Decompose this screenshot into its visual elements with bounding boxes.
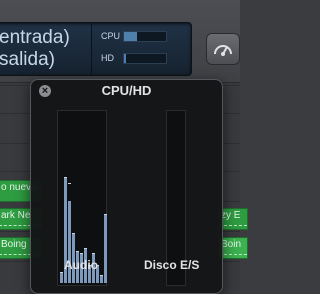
hd-meter-label: HD bbox=[101, 53, 114, 63]
lcd-output-label: salida) bbox=[0, 49, 55, 70]
cpu-meter-fill bbox=[124, 32, 137, 41]
region-label: zy E bbox=[221, 210, 241, 221]
audio-core-peak bbox=[68, 183, 71, 184]
audio-core-bar bbox=[60, 273, 63, 283]
audio-core-peak bbox=[100, 275, 103, 276]
cpu-meter-label: CPU bbox=[101, 31, 121, 41]
hd-meter[interactable] bbox=[123, 53, 167, 64]
audio-core-peak bbox=[72, 233, 75, 234]
disk-io-label: Disco E/S bbox=[144, 258, 200, 272]
audio-core-peak bbox=[60, 272, 63, 273]
audio-core-peak bbox=[84, 248, 87, 249]
cpu-meter[interactable] bbox=[123, 31, 167, 42]
window-title: CPU/HD bbox=[101, 83, 152, 98]
lcd-display[interactable]: entrada) salida) CPU HD bbox=[0, 22, 192, 76]
lcd-divider bbox=[91, 23, 92, 75]
audio-core-bar bbox=[100, 276, 103, 283]
region-label: Boing bbox=[1, 239, 27, 250]
audio-core-peak bbox=[92, 253, 95, 254]
gauge-button[interactable] bbox=[206, 33, 240, 65]
region-waveform bbox=[219, 225, 247, 226]
hd-meter-fill bbox=[124, 54, 127, 63]
lcd-input-label: entrada) bbox=[0, 27, 70, 48]
transport-toolbar: entrada) salida) CPU HD bbox=[0, 0, 240, 83]
region-waveform bbox=[219, 254, 247, 255]
gauge-icon bbox=[214, 45, 232, 56]
region-label: ark Ne bbox=[1, 210, 31, 221]
region-label: Boin bbox=[221, 239, 242, 250]
audio-core-bar bbox=[104, 215, 107, 283]
audio-core-peak bbox=[104, 214, 107, 215]
audio-core-peak bbox=[64, 177, 67, 178]
audio-core-peak bbox=[80, 253, 83, 254]
audio-label: Audio bbox=[64, 258, 98, 272]
audio-core-peak bbox=[76, 251, 79, 252]
cpu-hd-window[interactable]: × CPU/HD Audio Disco E/S bbox=[30, 79, 223, 294]
